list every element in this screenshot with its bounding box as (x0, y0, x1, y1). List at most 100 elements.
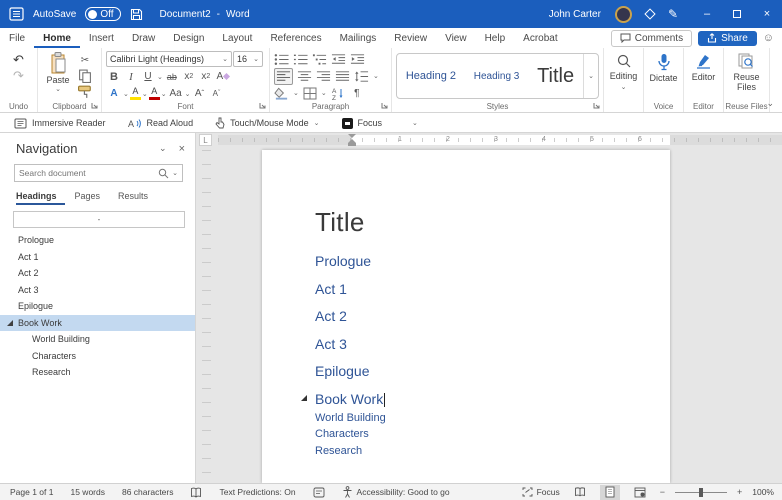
text-predictions-icon[interactable] (313, 487, 325, 498)
tab-help[interactable]: Help (476, 28, 515, 48)
zoom-level[interactable]: 100% (752, 487, 774, 497)
doc-heading-book-work[interactable]: Book Work (301, 391, 670, 407)
styles-gallery-more-button[interactable]: ⌄ (583, 54, 598, 98)
paragraph-dialog-launcher-icon[interactable] (381, 102, 389, 110)
grow-font-button[interactable]: Aˆ (192, 86, 208, 101)
font-color-chevron-icon[interactable]: ⌄ (161, 90, 167, 98)
nav-tab-headings[interactable]: Headings (16, 191, 65, 205)
zoom-out-button[interactable]: − (660, 487, 665, 497)
font-size-select[interactable]: 16 ⌄ (233, 51, 263, 67)
tab-view[interactable]: View (436, 28, 476, 48)
font-dialog-launcher-icon[interactable] (259, 102, 267, 110)
tab-home[interactable]: Home (34, 28, 80, 48)
restore-button[interactable] (722, 0, 752, 28)
underline-button[interactable]: U (140, 69, 156, 84)
editing-menu-button[interactable]: Editing ⌄ (604, 48, 644, 112)
numbering-icon[interactable] (293, 53, 308, 66)
decrease-indent-icon[interactable] (331, 53, 346, 66)
clear-formatting-button[interactable]: A (215, 69, 231, 84)
underline-chevron-icon[interactable]: ⌄ (157, 73, 163, 81)
tab-mailings[interactable]: Mailings (331, 28, 386, 48)
doc-subheading-research[interactable]: Research (315, 445, 670, 457)
reuse-files-button[interactable]: Reuse Files Reuse Files (724, 48, 770, 112)
vertical-ruler[interactable] (202, 150, 211, 483)
copy-icon[interactable] (77, 69, 93, 83)
style-title[interactable]: Title (537, 65, 574, 88)
text-effects-button[interactable]: A (106, 86, 122, 101)
immersive-reader-button[interactable]: Immersive Reader (14, 118, 106, 129)
highlight-button[interactable]: A (129, 87, 141, 100)
doc-heading-epilogue[interactable]: Epilogue (315, 363, 670, 379)
change-case-button[interactable]: Aa (168, 86, 184, 101)
search-input[interactable] (19, 168, 159, 178)
autosave-toggle[interactable]: Off (85, 7, 121, 21)
nav-item-characters[interactable]: Characters (0, 348, 195, 365)
nav-item-act-2[interactable]: Act 2 (0, 265, 195, 282)
doc-subheading-world-building[interactable]: World Building (315, 412, 670, 424)
nav-heading-edit-box[interactable]: - (13, 211, 185, 228)
tab-layout[interactable]: Layout (213, 28, 261, 48)
cut-icon[interactable]: ✂ (77, 53, 93, 67)
pilcrow-icon[interactable]: ¶ (349, 86, 365, 101)
nav-tab-pages[interactable]: Pages (75, 191, 109, 205)
save-icon[interactable] (130, 8, 143, 21)
style-heading3[interactable]: Heading 3 (474, 71, 520, 82)
doc-title[interactable]: Title (315, 207, 670, 238)
comments-button[interactable]: Comments (610, 29, 693, 47)
navigation-search-box[interactable]: ⌄ (14, 164, 183, 182)
accessibility-status[interactable]: Accessibility: Good to go (342, 486, 450, 498)
paste-button[interactable]: Paste ⌄ (42, 51, 74, 99)
horizontal-ruler[interactable]: L 1 2 3 4 5 6 (196, 133, 782, 147)
undo-icon[interactable]: ↶ (13, 53, 24, 66)
nav-item-prologue[interactable]: Prologue (0, 232, 195, 249)
change-case-chevron-icon[interactable]: ⌄ (185, 90, 191, 98)
read-aloud-button[interactable]: A Read Aloud (128, 118, 194, 129)
style-heading2[interactable]: Heading 2 (406, 70, 456, 82)
dictate-button[interactable]: Dictate Voice (644, 48, 684, 112)
tab-acrobat[interactable]: Acrobat (514, 28, 566, 48)
sort-icon[interactable]: AZ (331, 87, 345, 100)
search-options-chevron-icon[interactable]: ⌄ (172, 169, 178, 177)
navigation-chevron-icon[interactable]: ⌄ (159, 143, 167, 155)
pen-icon[interactable]: ✎ (668, 7, 678, 21)
font-color-button[interactable]: A (148, 87, 160, 100)
tab-selector-icon[interactable]: L (199, 134, 212, 146)
focus-button[interactable]: Focus (341, 117, 382, 129)
zoom-slider[interactable] (674, 487, 727, 498)
align-left-button[interactable] (274, 67, 293, 85)
subscript-button[interactable]: x2 (181, 69, 197, 84)
tab-review[interactable]: Review (385, 28, 436, 48)
align-center-icon[interactable] (297, 70, 312, 83)
doc-heading-act-2[interactable]: Act 2 (315, 308, 670, 324)
gem-icon[interactable] (644, 8, 656, 20)
line-spacing-chevron-icon[interactable]: ⌄ (373, 72, 379, 80)
bullets-icon[interactable] (274, 53, 289, 66)
text-predictions[interactable]: Text Predictions: On (219, 487, 295, 497)
nav-item-epilogue[interactable]: Epilogue (0, 298, 195, 315)
styles-dialog-launcher-icon[interactable] (593, 102, 601, 110)
zoom-in-button[interactable]: + (737, 487, 742, 497)
indent-marker[interactable] (348, 134, 356, 146)
word-app-icon[interactable] (9, 7, 24, 21)
collapse-triangle-icon[interactable] (7, 319, 13, 326)
shading-icon[interactable] (274, 87, 289, 100)
print-layout-button[interactable] (599, 484, 620, 500)
clipboard-dialog-launcher-icon[interactable] (91, 102, 99, 110)
web-layout-button[interactable] (630, 485, 650, 500)
line-spacing-icon[interactable] (354, 70, 369, 83)
tab-draw[interactable]: Draw (123, 28, 164, 48)
nav-item-act-3[interactable]: Act 3 (0, 282, 195, 299)
text-effects-chevron-icon[interactable]: ⌄ (123, 90, 129, 98)
increase-indent-icon[interactable] (350, 53, 365, 66)
navigation-close-icon[interactable]: × (179, 143, 185, 155)
close-button[interactable]: × (752, 0, 782, 28)
redo-icon[interactable]: ↷ (13, 69, 24, 82)
share-button[interactable]: Share (698, 30, 757, 46)
focus-toggle[interactable]: Focus (522, 487, 560, 497)
zoom-slider-thumb[interactable] (698, 487, 703, 497)
format-painter-icon[interactable] (77, 85, 93, 99)
page-info[interactable]: Page 1 of 1 (10, 487, 53, 497)
nav-tab-results[interactable]: Results (118, 191, 156, 205)
avatar[interactable] (614, 5, 632, 23)
search-icon[interactable] (158, 168, 169, 179)
